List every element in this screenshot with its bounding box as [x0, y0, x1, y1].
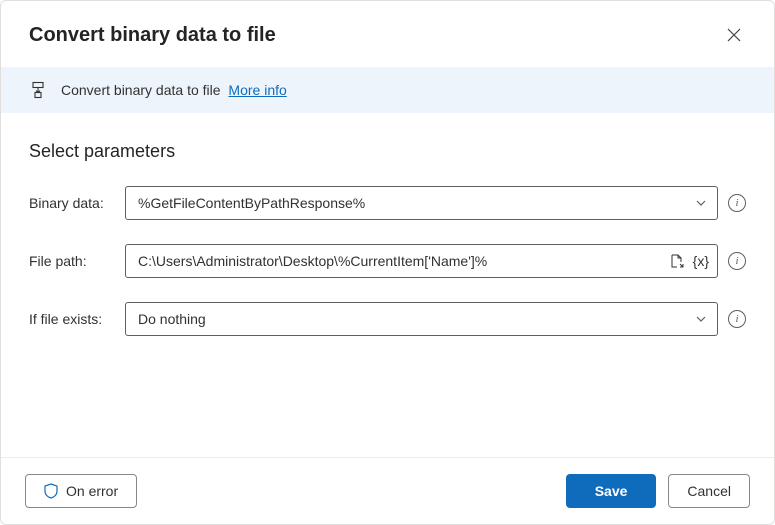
info-bar-text: Convert binary data to file [61, 82, 221, 98]
dialog-title: Convert binary data to file [29, 24, 276, 47]
file-path-info-icon[interactable]: i [728, 252, 746, 270]
binary-data-info-icon[interactable]: i [728, 194, 746, 212]
dialog-footer: On error Save Cancel [1, 457, 774, 524]
row-file-path: File path: C:\Users\Administrator\Deskto… [29, 244, 746, 278]
save-button[interactable]: Save [566, 474, 657, 508]
label-file-path: File path: [29, 253, 125, 269]
file-path-input[interactable]: C:\Users\Administrator\Desktop\%CurrentI… [125, 244, 718, 278]
info-bar-text-wrap: Convert binary data to file More info [61, 82, 287, 98]
variable-picker-icon[interactable]: {x} [693, 253, 709, 269]
action-icon [29, 81, 47, 99]
label-if-file-exists: If file exists: [29, 311, 125, 327]
on-error-label: On error [66, 483, 118, 499]
field-wrap-if-file-exists: Do nothing i [125, 302, 746, 336]
label-binary-data: Binary data: [29, 195, 125, 211]
convert-binary-dialog: Convert binary data to file Convert bina… [0, 0, 775, 525]
file-path-value: C:\Users\Administrator\Desktop\%CurrentI… [138, 253, 663, 269]
dialog-content: Select parameters Binary data: %GetFileC… [1, 113, 774, 457]
on-error-button[interactable]: On error [25, 474, 137, 508]
chevron-down-icon [695, 197, 707, 209]
binary-data-dropdown[interactable]: %GetFileContentByPathResponse% [125, 186, 718, 220]
shield-icon [44, 483, 58, 499]
cancel-button[interactable]: Cancel [668, 474, 750, 508]
field-wrap-file-path: C:\Users\Administrator\Desktop\%CurrentI… [125, 244, 746, 278]
dialog-header: Convert binary data to file [1, 1, 774, 67]
file-picker-icon[interactable] [669, 253, 685, 269]
more-info-link[interactable]: More info [228, 82, 286, 98]
section-title: Select parameters [29, 141, 746, 162]
row-if-file-exists: If file exists: Do nothing i [29, 302, 746, 336]
close-icon [727, 28, 741, 42]
if-file-exists-info-icon[interactable]: i [728, 310, 746, 328]
info-bar: Convert binary data to file More info [1, 67, 774, 113]
binary-data-value: %GetFileContentByPathResponse% [138, 195, 365, 211]
if-file-exists-dropdown[interactable]: Do nothing [125, 302, 718, 336]
chevron-down-icon [695, 313, 707, 325]
row-binary-data: Binary data: %GetFileContentByPathRespon… [29, 186, 746, 220]
close-button[interactable] [718, 19, 750, 51]
if-file-exists-value: Do nothing [138, 311, 206, 327]
footer-right: Save Cancel [566, 474, 750, 508]
field-wrap-binary-data: %GetFileContentByPathResponse% i [125, 186, 746, 220]
file-path-input-icons: {x} [669, 253, 709, 269]
